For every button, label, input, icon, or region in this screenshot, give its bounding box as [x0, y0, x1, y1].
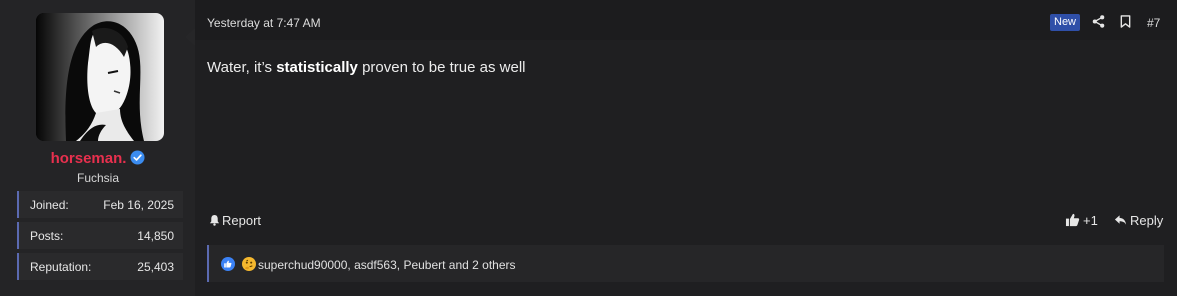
- new-badge: New: [1050, 14, 1081, 31]
- message-arrow: [185, 28, 195, 46]
- post-body-bold: statistically: [276, 59, 358, 76]
- joined-value: Feb 16, 2025: [103, 198, 174, 212]
- post-timestamp[interactable]: Yesterday at 7:47 AM: [207, 16, 321, 30]
- thinking-reaction-icon: [242, 257, 257, 276]
- posts-stat: Posts: 14,850: [17, 222, 183, 249]
- joined-label: Joined:: [30, 198, 69, 212]
- message-cell: Yesterday at 7:47 AM New #7 Water, it’s …: [195, 0, 1177, 296]
- reputation-value: 25,403: [137, 260, 174, 274]
- reaction-icons: [221, 257, 259, 276]
- post-body-text-end: proven to be true as well: [357, 59, 526, 76]
- post-body-text: Water, it’s: [207, 59, 277, 76]
- avatar[interactable]: [36, 13, 164, 141]
- like-reaction-icon: [221, 257, 235, 276]
- reply-button[interactable]: Reply: [1114, 213, 1163, 228]
- report-button[interactable]: Report: [209, 213, 261, 228]
- reply-arrow-icon: [1114, 215, 1127, 225]
- avatar-image: [36, 13, 164, 141]
- reply-label: Reply: [1130, 213, 1164, 228]
- verified-check-icon: [130, 150, 145, 169]
- username-link[interactable]: horseman.: [51, 150, 127, 167]
- post-body: Water, it’s statistically proven to be t…: [207, 59, 526, 76]
- reaction-summary[interactable]: superchud90000, asdf563, Peubert and 2 o…: [258, 258, 516, 272]
- bell-icon: [209, 214, 220, 226]
- reputation-stat: Reputation: 25,403: [17, 253, 183, 280]
- username-row: horseman.: [0, 150, 196, 169]
- posts-label: Posts:: [30, 229, 64, 243]
- posts-value[interactable]: 14,850: [137, 229, 174, 243]
- user-info-panel: horseman. Fuchsia Joined: Feb 16, 2025 P…: [0, 0, 196, 296]
- message-header: Yesterday at 7:47 AM New #7: [195, 0, 1177, 40]
- thumbs-up-icon: [1065, 213, 1080, 227]
- post-number-link[interactable]: #7: [1147, 16, 1160, 30]
- report-label: Report: [222, 213, 262, 228]
- reactions-bar[interactable]: superchud90000, asdf563, Peubert and 2 o…: [207, 245, 1164, 282]
- like-count: +1: [1083, 213, 1098, 228]
- like-button[interactable]: +1: [1065, 213, 1098, 228]
- user-title: Fuchsia: [76, 171, 120, 185]
- share-icon[interactable]: [1092, 15, 1105, 33]
- joined-stat: Joined: Feb 16, 2025: [17, 191, 183, 218]
- bookmark-icon[interactable]: [1120, 15, 1131, 33]
- reputation-label: Reputation:: [30, 260, 92, 274]
